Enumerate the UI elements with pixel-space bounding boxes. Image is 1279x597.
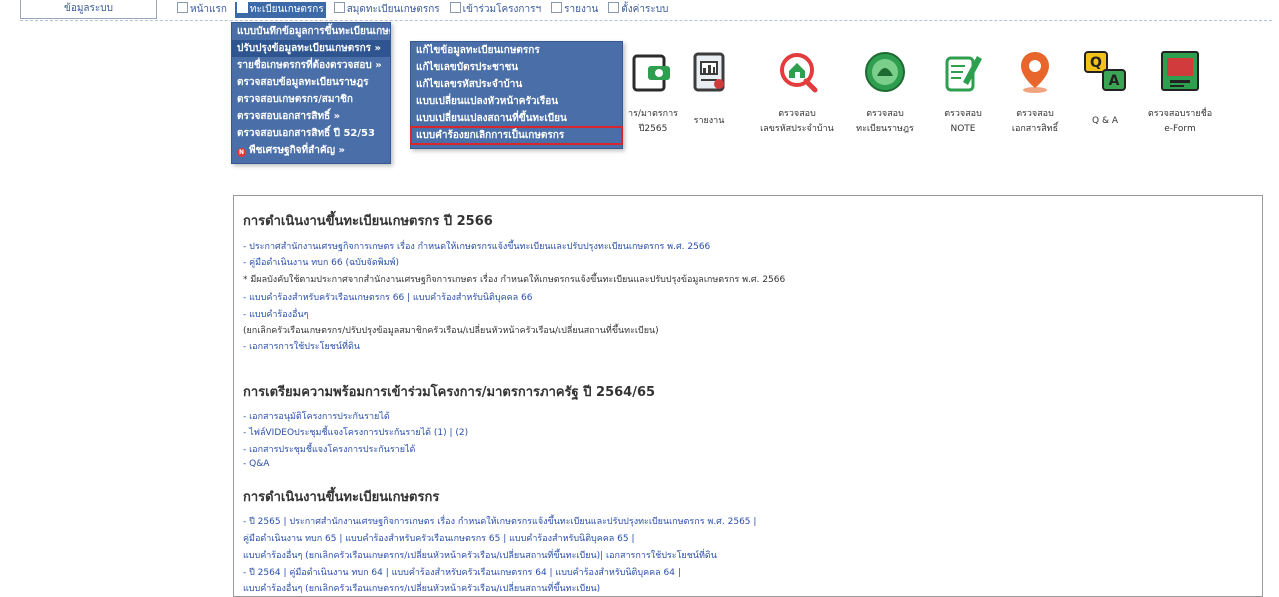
- link-meeting-docs[interactable]: - เอกสารประชุมชี้แจงโครงการประกันรายได้: [243, 442, 415, 456]
- menu-item-economic-crops[interactable]: N พืชเศรษฐกิจที่สำคัญ »: [232, 142, 390, 159]
- checkbox-icon: [236, 2, 248, 13]
- link-manual-65[interactable]: คู่มือดำเนินงาน ทบก 65 | แบบคำร้องสำหรับ…: [243, 531, 635, 545]
- checkbox-icon: [608, 2, 620, 13]
- other-forms-desc: (ยกเลิกครัวเรือนเกษตรกร/ปรับปรุงข้อมูลสม…: [243, 326, 659, 336]
- announcements-panel: การดำเนินงานขึ้นทะเบียนเกษตรกร ปี 2566 -…: [233, 195, 1263, 597]
- checkbox-icon: [177, 2, 188, 13]
- link-announcement-2566[interactable]: - ประกาศสำนักงานเศรษฐกิจการเกษตร เรื่อง …: [243, 239, 710, 253]
- checkbox-icon: [333, 2, 345, 13]
- qa-icon: QA: [1084, 51, 1126, 91]
- seal-icon: [865, 52, 905, 92]
- section-title-readiness: การเตรียมความพร้อมการเข้าร่วมโครงการ/มาต…: [243, 385, 656, 400]
- link-forms-66[interactable]: - แบบคำร้องสำหรับครัวเรือนเกษตรกร 66 | แ…: [243, 290, 532, 304]
- system-info-tab[interactable]: ข้อมูลระบบ: [20, 0, 157, 19]
- update-registry-submenu: แก้ไขข้อมูลทะเบียนเกษตรกร แก้ไขเลขบัตรปร…: [410, 41, 623, 149]
- farmer-registry-menu: แบบบันทึกข้อมูลการขึ้นทะเบียนเกษตรกร » ป…: [231, 22, 391, 164]
- shortcut-report[interactable]: รายงาน: [664, 50, 754, 129]
- shortcut-eform[interactable]: ตรวจสอบรายชื่อ e-Form: [1135, 50, 1225, 137]
- checkbox-icon: [551, 2, 563, 13]
- link-video-files[interactable]: - ไฟล์VIDEOประชุมชี้แจงโครงการประกันรายไ…: [243, 425, 468, 439]
- eform-icon: [1161, 51, 1199, 91]
- nav-home[interactable]: หน้าแรก: [175, 2, 229, 18]
- house-search-icon: [780, 53, 818, 93]
- note-effective: * มีผลบังคับใช้ตามประกาศจากสำนักงานเศรษฐ…: [243, 275, 786, 285]
- submenu-edit-house-code[interactable]: แก้ไขเลขรหัสประจำบ้าน: [411, 76, 622, 93]
- menu-item-update-registry[interactable]: ปรับปรุงข้อมูลทะเบียนเกษตรกร »: [232, 40, 390, 57]
- menu-item-farmers-to-check[interactable]: รายชื่อเกษตรกรที่ต้องตรวจสอบ »: [232, 57, 390, 74]
- report-icon: [693, 52, 725, 92]
- menu-item-check-farmer-member[interactable]: ตรวจสอบเกษตรกร/สมาชิก: [232, 91, 390, 108]
- menu-item-check-land-deed[interactable]: ตรวจสอบเอกสารสิทธิ์ »: [232, 108, 390, 125]
- menu-item-check-land-deed-52-53[interactable]: ตรวจสอบเอกสารสิทธิ์ ปี 52/53: [232, 125, 390, 142]
- submenu-change-registration-place[interactable]: แบบเปลี่ยนแปลงสถานที่ขึ้นทะเบียน: [411, 110, 622, 127]
- checkbox-icon: [449, 2, 461, 13]
- nav-farmer-book[interactable]: สมุดทะเบียนเกษตรกร: [332, 2, 442, 18]
- shortcut-house-code[interactable]: ตรวจสอบ เลขรหัสประจำบ้าน: [752, 50, 842, 137]
- svg-text:A: A: [1109, 73, 1120, 89]
- top-nav: หน้าแรก ทะเบียนเกษตรกร สมุดทะเบียนเกษตรกร เ…: [175, 2, 676, 20]
- submenu-cancel-farmer-request[interactable]: แบบคำร้องยกเลิกการเป็นเกษตรกร: [410, 126, 623, 145]
- submenu-change-household-head[interactable]: แบบเปลี่ยนแปลงหัวหน้าครัวเรือน: [411, 93, 622, 110]
- submenu-edit-id-card[interactable]: แก้ไขเลขบัตรประชาชน: [411, 59, 622, 76]
- shortcut-civil-registry[interactable]: ตรวจสอบ ทะเบียนราษฎร: [840, 50, 930, 137]
- svg-text:Q: Q: [1090, 55, 1102, 71]
- nav-join-project[interactable]: เข้าร่วมโครงการฯ: [448, 2, 543, 18]
- note-icon: [945, 56, 982, 92]
- link-other-forms[interactable]: - แบบคำร้องอื่นๆ: [243, 307, 308, 321]
- link-year-2565[interactable]: - ปี 2565 | ประกาศสำนักงานเศรษฐกิจการเกษ…: [243, 514, 756, 528]
- link-other-forms-64[interactable]: แบบคำร้องอื่นๆ (ยกเลิกครัวเรือนเกษตรกร/เ…: [243, 581, 600, 595]
- divider: [20, 20, 1272, 29]
- link-land-use[interactable]: - เอกสารการใช้ประโยชน์ที่ดิน: [243, 339, 360, 353]
- menu-item-registration-form[interactable]: แบบบันทึกข้อมูลการขึ้นทะเบียนเกษตรกร »: [232, 23, 390, 40]
- nav-farmer-registry[interactable]: ทะเบียนเกษตรกร: [234, 2, 326, 18]
- section-title-2566: การดำเนินงานขึ้นทะเบียนเกษตรกร ปี 2566: [243, 214, 493, 229]
- link-other-forms-65[interactable]: แบบคำร้องอื่นๆ (ยกเลิกครัวเรือนเกษตรกร/เ…: [243, 548, 717, 562]
- link-manual-66[interactable]: - คู่มือดำเนินงาน ทบก 66 (ฉบับจัดพิมพ์): [243, 255, 399, 269]
- nav-report[interactable]: รายงาน: [549, 2, 600, 18]
- new-badge-icon: N: [237, 148, 246, 157]
- section-title-registration: การดำเนินงานขึ้นทะเบียนเกษตรกร: [243, 490, 440, 505]
- menu-item-check-civil-registry[interactable]: ตรวจสอบข้อมูลทะเบียนราษฎร: [232, 74, 390, 91]
- link-approval-docs[interactable]: - เอกสารอนุมัติโครงการประกันรายได้: [243, 409, 390, 423]
- submenu-edit-farmer-data[interactable]: แก้ไขข้อมูลทะเบียนเกษตรกร: [411, 42, 622, 59]
- nav-settings[interactable]: ตั้งค่าระบบ: [606, 2, 670, 18]
- link-qa[interactable]: - Q&A: [243, 459, 269, 469]
- link-year-2564[interactable]: - ปี 2564 | คู่มือดำเนินงาน ทบก 64 | แบบ…: [243, 565, 681, 579]
- map-pin-icon: [1021, 52, 1049, 93]
